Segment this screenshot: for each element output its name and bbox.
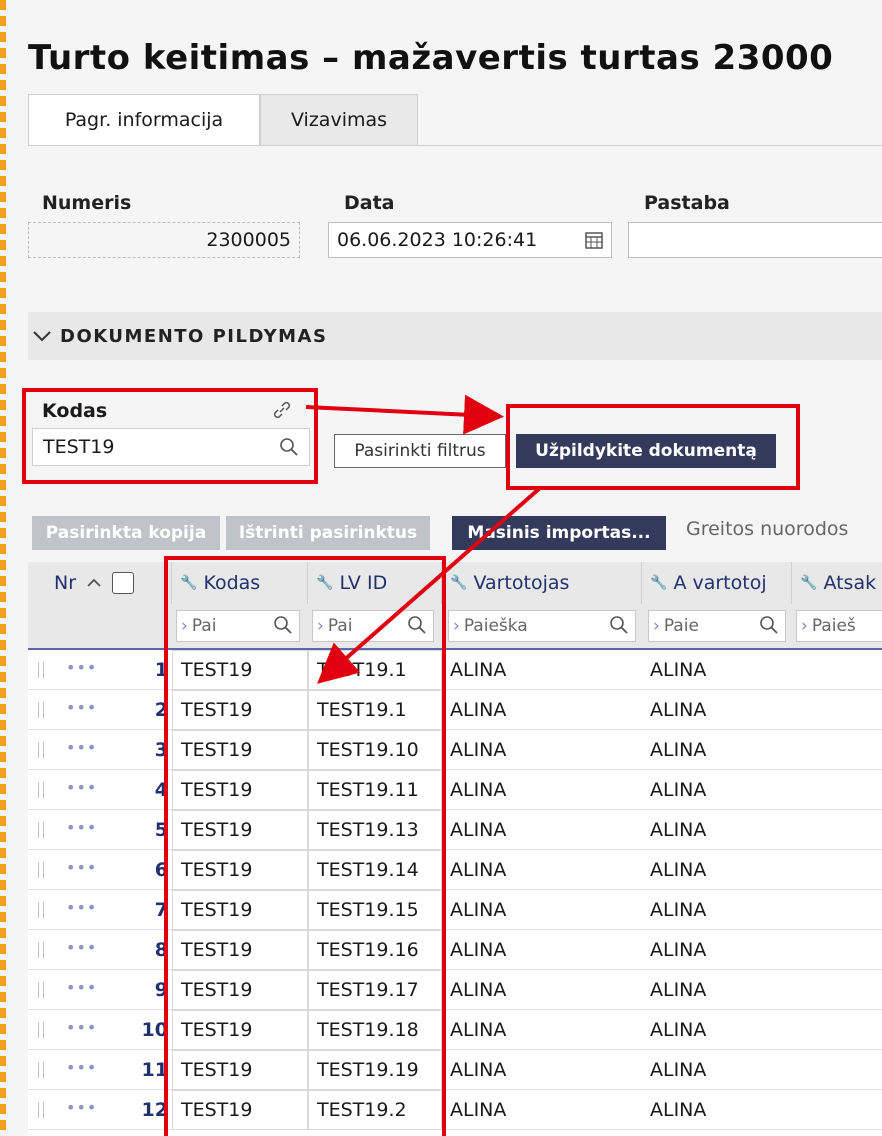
annotation-arrows bbox=[305, 394, 542, 684]
